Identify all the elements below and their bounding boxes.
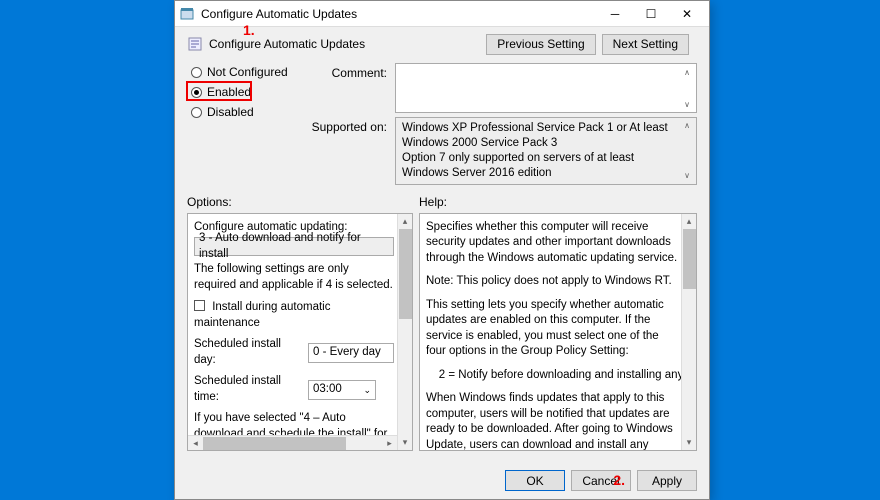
policy-icon (187, 36, 203, 52)
install-day-label: Scheduled install day: (194, 337, 302, 368)
config-updating-dropdown[interactable]: 3 - Auto download and notify for install (194, 237, 394, 256)
spinner[interactable]: ∧ (680, 120, 694, 132)
apply-button[interactable]: Apply (637, 470, 697, 491)
help-paragraph: Note: This policy does not apply to Wind… (426, 274, 678, 290)
app-icon (179, 6, 195, 22)
supported-label: Supported on: (311, 117, 387, 134)
install-time-dropdown[interactable]: 03:00 ⌄ (308, 380, 376, 400)
radio-disabled[interactable]: Disabled (191, 105, 301, 119)
scrollbar-horizontal[interactable]: ◂ ▸ (188, 435, 397, 450)
ok-button[interactable]: OK (505, 470, 565, 491)
scrollbar-vertical[interactable]: ▴ ▾ (681, 214, 696, 450)
previous-setting-button[interactable]: Previous Setting (486, 34, 595, 55)
help-paragraph: 2 = Notify before downloading and instal… (426, 368, 678, 384)
options-pane: Configure automatic updating: 3 - Auto d… (187, 213, 413, 451)
desktop: Configure Automatic Updates ─ ☐ ✕ Config… (0, 0, 880, 500)
dialog-window: Configure Automatic Updates ─ ☐ ✕ Config… (174, 0, 710, 500)
subheader: Configure Automatic Updates Previous Set… (175, 27, 709, 57)
chevron-down-icon: ⌄ (363, 384, 371, 396)
state-radio-group: Not Configured Enabled Disabled 1. (191, 63, 301, 185)
radio-not-configured[interactable]: Not Configured (191, 65, 301, 79)
help-label: Help: (419, 195, 447, 209)
help-pane: Specifies whether this computer will rec… (419, 213, 697, 451)
help-paragraph: This setting lets you specify whether au… (426, 298, 678, 360)
radio-label: Disabled (207, 105, 254, 119)
help-paragraph: When Windows finds updates that apply to… (426, 391, 678, 450)
comment-textarea[interactable]: ∧ ∨ (395, 63, 697, 113)
install-time-label: Scheduled install time: (194, 374, 302, 405)
comment-label: Comment: (311, 63, 387, 80)
spinner[interactable]: ∧ (680, 66, 694, 78)
radio-icon (191, 67, 202, 78)
maximize-button[interactable]: ☐ (633, 2, 669, 26)
scrollbar-vertical[interactable]: ▴ ▾ (397, 214, 412, 450)
spinner[interactable]: ∨ (680, 98, 694, 110)
window-title: Configure Automatic Updates (201, 7, 597, 21)
supported-text: Windows XP Professional Service Pack 1 o… (395, 117, 697, 185)
help-paragraph: Specifies whether this computer will rec… (426, 220, 678, 267)
options-note: The following settings are only required… (194, 262, 394, 293)
dialog-button-row: OK Cancel Apply 2. (505, 470, 697, 491)
next-setting-button[interactable]: Next Setting (602, 34, 689, 55)
radio-icon (191, 107, 202, 118)
close-button[interactable]: ✕ (669, 2, 705, 26)
annotation-box-1 (186, 81, 252, 101)
minimize-button[interactable]: ─ (597, 2, 633, 26)
spinner[interactable]: ∨ (680, 170, 694, 182)
install-maintenance-checkbox[interactable]: Install during automatic maintenance (194, 299, 394, 331)
annotation-2: 2. (613, 472, 625, 488)
options-label: Options: (187, 195, 419, 209)
radio-label: Not Configured (207, 65, 288, 79)
annotation-1: 1. (243, 22, 255, 38)
install-day-input[interactable]: 0 - Every day (308, 343, 394, 363)
checkbox-icon (194, 300, 205, 311)
titlebar[interactable]: Configure Automatic Updates ─ ☐ ✕ (175, 1, 709, 27)
subheader-label: Configure Automatic Updates (209, 37, 486, 51)
radio-enabled[interactable]: Enabled (191, 85, 301, 99)
